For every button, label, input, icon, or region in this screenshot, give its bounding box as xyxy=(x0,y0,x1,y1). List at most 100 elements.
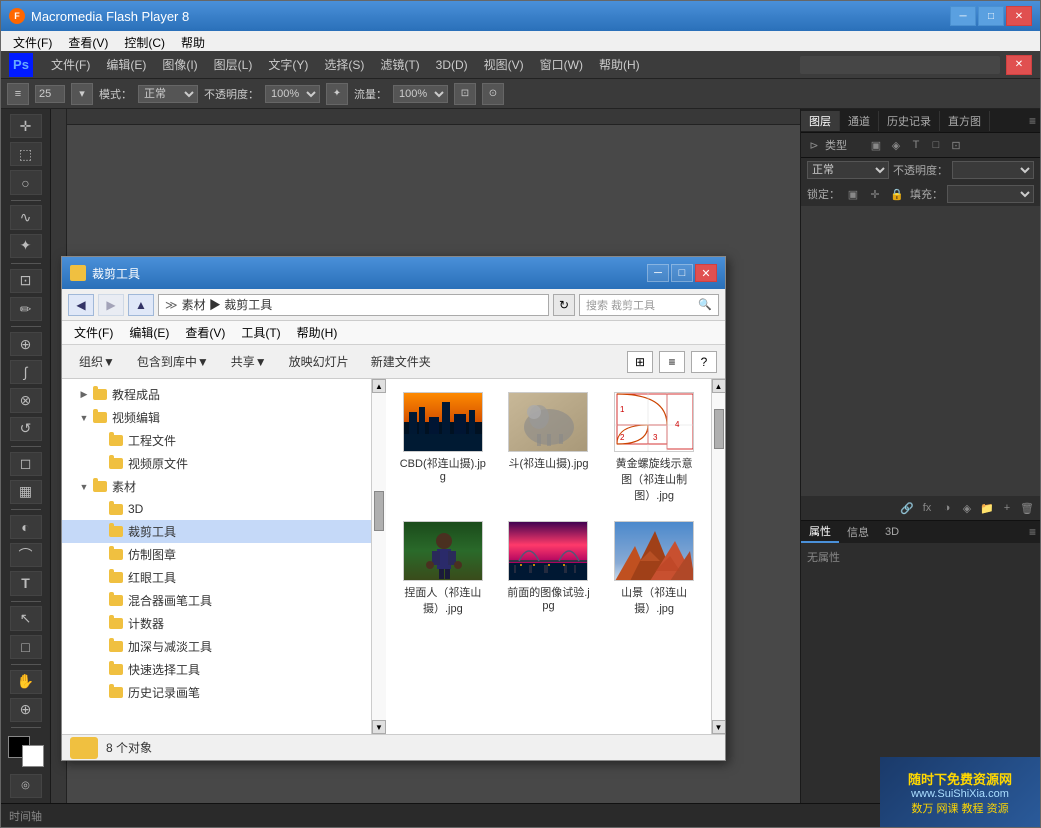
tree-item-hongyanjingu[interactable]: 红眼工具 xyxy=(62,566,371,589)
ps-lock-move-icon[interactable]: ✛ xyxy=(866,185,884,203)
ps-tool-move[interactable]: ✛ xyxy=(10,114,42,138)
ps-tool-eyedropper[interactable]: ✏ xyxy=(10,297,42,321)
file-item-portrait[interactable]: 捏面人（祁连山摄）.jpg xyxy=(394,516,492,621)
ps-tablet-btn[interactable]: ⊡ xyxy=(454,83,476,105)
tree-item-jiashen[interactable]: 加深与减淡工具 xyxy=(62,635,371,658)
dialog-address-path[interactable]: ≫ 素材 ▶ 裁剪工具 xyxy=(158,294,549,316)
ps-menu-layer[interactable]: 图层(L) xyxy=(206,54,261,75)
ps-menu-edit[interactable]: 编辑(E) xyxy=(98,54,154,75)
ps-tool-path-select[interactable]: ↖ xyxy=(10,606,42,630)
ps-menu-3d[interactable]: 3D(D) xyxy=(428,56,476,74)
dialog-maximize-button[interactable]: □ xyxy=(671,264,693,282)
dialog-forward-button[interactable]: ▶ xyxy=(98,294,124,316)
dialog-menu-view[interactable]: 查看(V) xyxy=(177,322,233,343)
file-item-mountain[interactable]: 山景（祁连山摄）.jpg xyxy=(605,516,703,621)
ps-filter-type-icon[interactable]: T xyxy=(907,136,925,154)
dialog-organize-btn[interactable]: 组织▼ xyxy=(70,349,124,374)
file-item-spiral[interactable]: 1 2 3 4 黄金螺旋线示意图（祁连山制图）.jpg xyxy=(605,387,703,508)
tree-item-kuaisu[interactable]: 快速选择工具 xyxy=(62,658,371,681)
ps-link-icon[interactable]: 🔗 xyxy=(898,499,916,517)
ps-filter-toggle[interactable]: ⊳ xyxy=(805,136,823,154)
ps-delete-layer-icon[interactable]: 🗑 xyxy=(1018,499,1036,517)
ps-filter-adjust-icon[interactable]: ◈ xyxy=(887,136,905,154)
ps-tool-crop[interactable]: ⊡ xyxy=(10,269,42,293)
ps-filter-pixel-icon[interactable]: ▣ xyxy=(867,136,885,154)
ps-tab-histogram[interactable]: 直方图 xyxy=(940,111,990,131)
ps-tool-magic-wand[interactable]: ✦ xyxy=(10,234,42,258)
ps-close-button[interactable]: ✕ xyxy=(1006,55,1032,75)
ps-tool-heal[interactable]: ⊕ xyxy=(10,332,42,356)
scrollbar-thumb[interactable] xyxy=(374,491,384,531)
content-scroll-up[interactable]: ▲ xyxy=(712,379,726,393)
tree-item-jishu[interactable]: 计数器 xyxy=(62,612,371,635)
ps-tool-pen[interactable]: ⌒ xyxy=(10,543,42,567)
ps-tab-channels[interactable]: 通道 xyxy=(840,111,879,131)
ps-extra-btn[interactable]: ⊙ xyxy=(482,83,504,105)
ps-tool-preset[interactable]: ≡ xyxy=(7,83,29,105)
ps-opacity-layer-select[interactable] xyxy=(952,161,1034,179)
flash-menu-view[interactable]: 查看(V) xyxy=(60,32,116,53)
dialog-back-button[interactable]: ◀ xyxy=(68,294,94,316)
ps-fill-select[interactable] xyxy=(947,185,1034,203)
flash-close-button[interactable]: ✕ xyxy=(1006,6,1032,26)
dialog-menu-tools[interactable]: 工具(T) xyxy=(233,322,288,343)
ps-tool-gradient[interactable]: ▦ xyxy=(10,480,42,504)
flash-menu-help[interactable]: 帮助 xyxy=(173,32,213,53)
dialog-view-list-btn[interactable]: ≡ xyxy=(659,351,685,373)
file-item-bridge[interactable]: 前面的图像试验.jpg xyxy=(500,516,598,621)
file-item-dou[interactable]: 斗(祁连山摄).jpg xyxy=(500,387,598,508)
tree-item-yuanwenjian[interactable]: 视频原文件 xyxy=(62,452,371,475)
ps-tool-clone[interactable]: ⊗ xyxy=(10,388,42,412)
ps-fx-icon[interactable]: fx xyxy=(918,499,936,517)
tree-item-sucai[interactable]: ▼ 素材 xyxy=(62,475,371,498)
flash-maximize-button[interactable]: □ xyxy=(978,6,1004,26)
ps-filter-shape-icon[interactable]: □ xyxy=(927,136,945,154)
tree-item-3d[interactable]: 3D xyxy=(62,498,371,520)
ps-menu-file[interactable]: 文件(F) xyxy=(43,54,98,75)
scrollbar-down-btn[interactable]: ▼ xyxy=(372,720,386,734)
ps-menu-type[interactable]: 文字(Y) xyxy=(260,54,316,75)
ps-filter-smart-icon[interactable]: ⊡ xyxy=(947,136,965,154)
ps-menu-window[interactable]: 窗口(W) xyxy=(532,54,591,75)
file-item-cbd[interactable]: CBD(祁连山摄).jpg xyxy=(394,387,492,508)
ps-properties-tab[interactable]: 属性 xyxy=(801,521,839,543)
dialog-help-btn[interactable]: ? xyxy=(691,351,717,373)
dialog-slideshow-btn[interactable]: 放映幻灯片 xyxy=(280,349,358,374)
ps-menu-view[interactable]: 视图(V) xyxy=(476,54,532,75)
ps-tab-layers[interactable]: 图层 xyxy=(801,111,840,131)
ps-tool-text[interactable]: T xyxy=(10,571,42,595)
ps-folder-icon[interactable]: 📁 xyxy=(978,499,996,517)
ps-brush-picker[interactable]: ▾ xyxy=(71,83,93,105)
tree-item-shipin[interactable]: ▼ 视频编辑 xyxy=(62,406,371,429)
ps-mask-icon[interactable]: ◑ xyxy=(938,499,956,517)
content-scroll-thumb[interactable] xyxy=(714,409,724,449)
ps-tool-marquee-ellipse[interactable]: ○ xyxy=(10,170,42,194)
ps-info-tab[interactable]: 信息 xyxy=(839,522,877,542)
dialog-newfolder-btn[interactable]: 新建文件夹 xyxy=(362,349,440,374)
ps-new-layer-icon[interactable]: + xyxy=(998,499,1016,517)
flash-minimize-button[interactable]: ─ xyxy=(950,6,976,26)
scrollbar-track[interactable] xyxy=(372,393,386,720)
ps-adjustment-icon[interactable]: ◈ xyxy=(958,499,976,517)
dialog-refresh-button[interactable]: ↻ xyxy=(553,294,575,316)
tree-item-gongcheng[interactable]: 工程文件 xyxy=(62,429,371,452)
ps-menu-image[interactable]: 图像(I) xyxy=(154,54,205,75)
ps-tool-hand[interactable]: ✋ xyxy=(10,670,42,694)
ps-3d-tab[interactable]: 3D xyxy=(877,524,907,540)
tree-item-fanzhizhang[interactable]: 仿制图章 xyxy=(62,543,371,566)
flash-menu-file[interactable]: 文件(F) xyxy=(5,32,60,53)
ps-tool-quickmask[interactable]: ◎ xyxy=(10,774,42,798)
dialog-share-btn[interactable]: 共享▼ xyxy=(222,349,276,374)
content-scroll-track[interactable] xyxy=(712,393,726,720)
ps-mode-select[interactable]: 正常 xyxy=(138,85,198,103)
ps-tab-history[interactable]: 历史记录 xyxy=(879,111,940,131)
ps-tool-shape[interactable]: □ xyxy=(10,635,42,659)
tree-item-hunhe[interactable]: 混合器画笔工具 xyxy=(62,589,371,612)
ps-lock-all-icon[interactable]: 🔒 xyxy=(888,185,906,203)
dialog-include-btn[interactable]: 包含到库中▼ xyxy=(128,349,218,374)
ps-props-expand[interactable]: ≡ xyxy=(1025,525,1040,539)
ps-tool-zoom[interactable]: ⊕ xyxy=(10,698,42,722)
dialog-search-box[interactable]: 搜索 裁剪工具 🔍 xyxy=(579,294,719,316)
ps-background-color[interactable] xyxy=(22,745,44,767)
ps-menu-select[interactable]: 选择(S) xyxy=(316,54,372,75)
